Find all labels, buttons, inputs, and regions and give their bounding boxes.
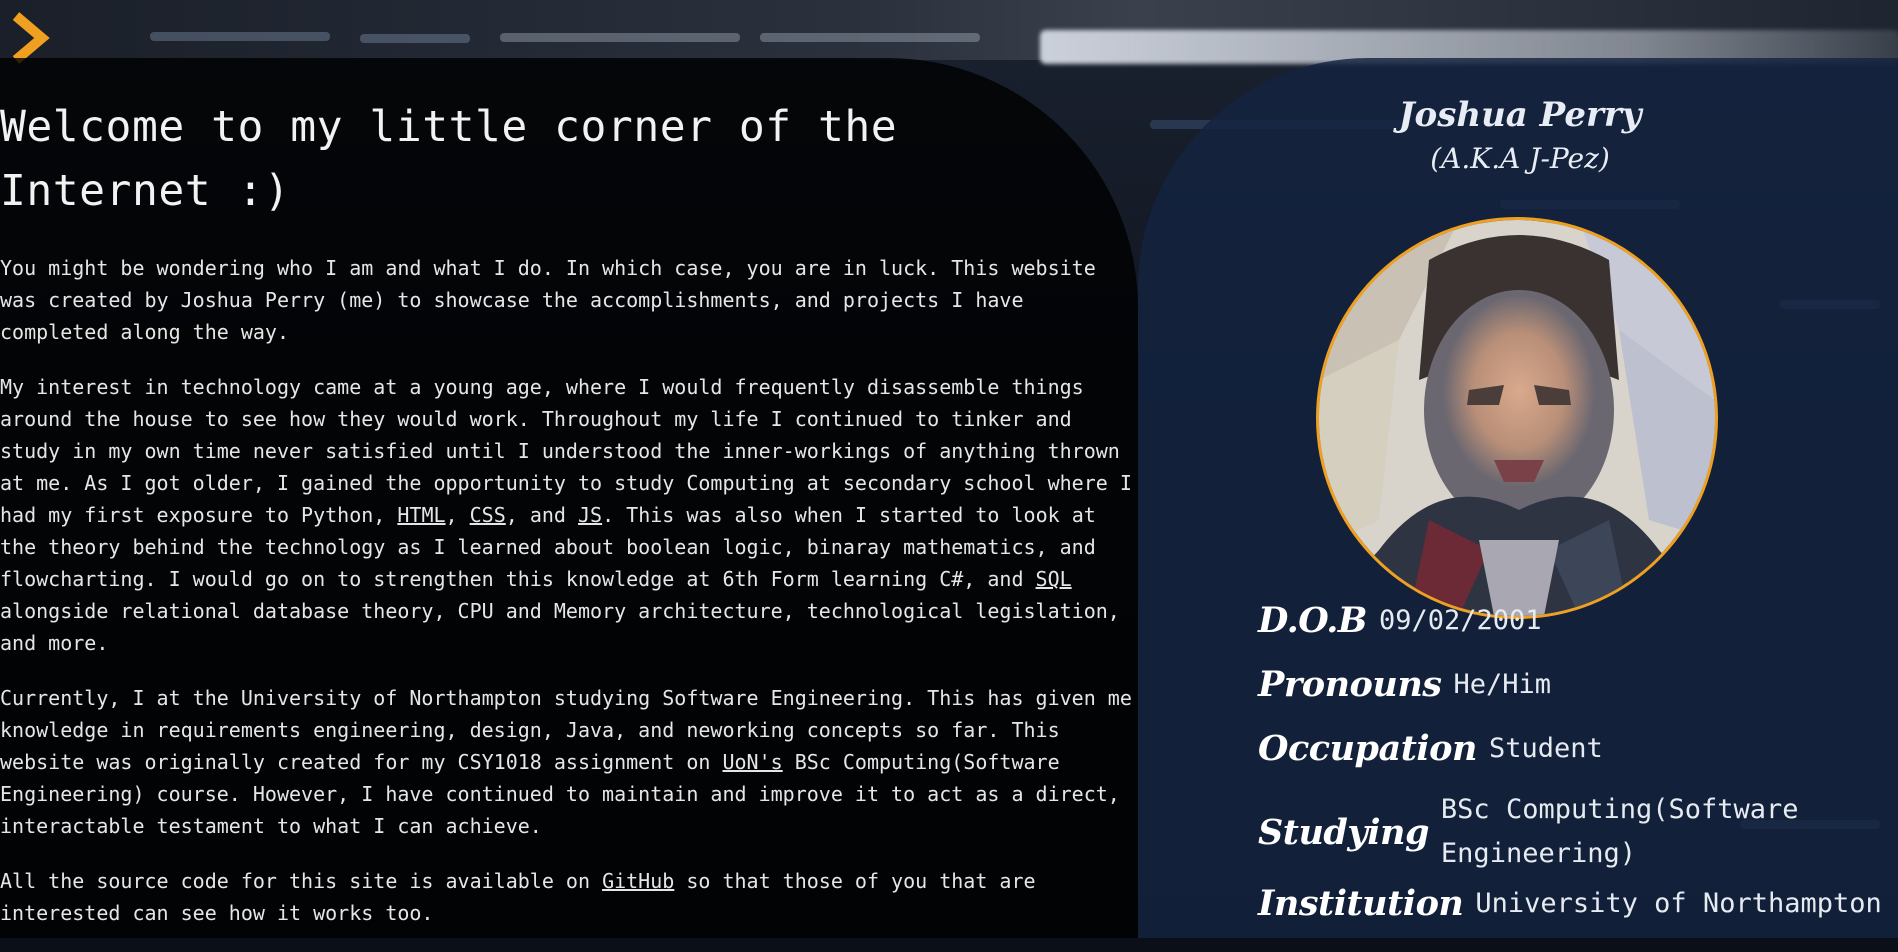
- pronouns-value: He/Him: [1453, 669, 1552, 700]
- github-link[interactable]: GitHub: [602, 869, 674, 893]
- institution-label: Institution: [1258, 883, 1464, 924]
- bio-paragraph-4: All the source code for this site is ava…: [0, 869, 1036, 925]
- background-code-line: [760, 33, 980, 42]
- background-code-line: [500, 33, 740, 42]
- background-code-line: [150, 32, 330, 41]
- studying-label: Studying: [1258, 811, 1429, 853]
- avatar: [1316, 217, 1718, 619]
- profile-photo: [1319, 220, 1715, 616]
- bio-paragraph-3: Currently, I at the University of Northa…: [0, 686, 1132, 838]
- uon-link[interactable]: UoN's: [722, 750, 782, 774]
- occupation-value: Student: [1488, 733, 1603, 764]
- background-code-line: [360, 34, 470, 43]
- pronouns-row: Pronouns He/Him: [1258, 664, 1551, 705]
- profile-name: Joshua Perry: [1398, 95, 1642, 135]
- occupation-label: Occupation: [1258, 728, 1477, 769]
- dob-label: D.O.B: [1258, 600, 1368, 641]
- studying-row: Studying BSc Computing(Software Engineer…: [1258, 788, 1821, 876]
- pronouns-label: Pronouns: [1258, 664, 1442, 705]
- dob-row: D.O.B 09/02/2001: [1258, 600, 1542, 641]
- bio-paragraph-1: You might be wondering who I am and what…: [0, 256, 1096, 344]
- institution-row: Institution University of Northampton: [1258, 883, 1882, 924]
- welcome-heading: Welcome to my little corner of the Inter…: [0, 102, 898, 216]
- dob-value: 09/02/2001: [1379, 605, 1542, 636]
- studying-value: BSc Computing(Software Engineering): [1440, 794, 1799, 869]
- bio-text: You might be wondering who I am and what…: [0, 252, 1140, 952]
- institution-value: University of Northampton: [1475, 888, 1882, 919]
- html-link[interactable]: HTML: [397, 503, 445, 527]
- occupation-row: Occupation Student: [1258, 728, 1603, 769]
- css-link[interactable]: CSS: [470, 503, 506, 527]
- sql-link[interactable]: SQL: [1036, 567, 1072, 591]
- js-link[interactable]: JS: [578, 503, 602, 527]
- profile-aka: (A.K.A J-Pez): [1430, 142, 1610, 175]
- bio-paragraph-2: My interest in technology came at a youn…: [0, 375, 1132, 655]
